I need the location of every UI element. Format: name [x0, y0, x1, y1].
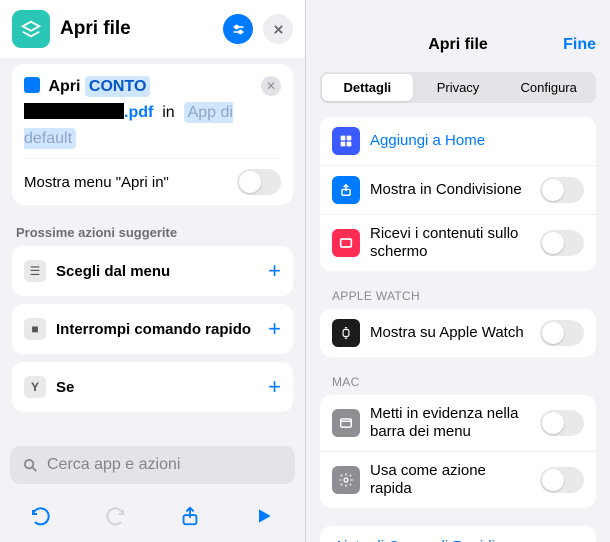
show-open-in-menu-switch[interactable]: [237, 169, 281, 195]
apple-watch-group-label: APPLE WATCH: [306, 289, 610, 309]
mac-group: Metti in evidenza nella barra dei menu U…: [320, 395, 596, 508]
home-icon: [332, 127, 360, 155]
undo-button[interactable]: [25, 500, 57, 532]
add-action-button[interactable]: +: [268, 258, 281, 284]
apple-watch-group: Mostra su Apple Watch: [320, 309, 596, 357]
add-to-home-row[interactable]: Aggiungi a Home: [320, 117, 596, 165]
share-sheet-label: Mostra in Condivisione: [370, 181, 530, 199]
add-to-home-label: Aggiungi a Home: [370, 132, 584, 150]
share-button[interactable]: [174, 500, 206, 532]
quick-action-row: Usa come azione rapida: [320, 451, 596, 508]
suggested-actions-label: Prossime azioni suggerite: [0, 217, 305, 246]
receive-onscreen-row: Ricevi i contenuti sullo schermo: [320, 214, 596, 271]
redacted-filename: [24, 103, 124, 119]
suggestion-stop-shortcut[interactable]: ■ Interrompi comando rapido +: [12, 304, 293, 354]
receive-onscreen-switch[interactable]: [540, 230, 584, 256]
apple-watch-row: Mostra su Apple Watch: [320, 309, 596, 357]
done-button[interactable]: Fine: [563, 36, 596, 54]
editor-footer: Cerca app e azioni: [0, 436, 305, 542]
suggestion-if[interactable]: Y Se +: [12, 362, 293, 412]
apple-watch-switch[interactable]: [540, 320, 584, 346]
action-verb: Apri: [48, 78, 80, 95]
add-action-button[interactable]: +: [268, 374, 281, 400]
share-sheet-row: Mostra in Condivisione: [320, 165, 596, 214]
stop-icon: ■: [24, 318, 46, 340]
segment-privacy[interactable]: Privacy: [413, 74, 504, 101]
watch-icon: [332, 319, 360, 347]
settings-button[interactable]: [223, 14, 253, 44]
pdf-suffix: .pdf: [124, 104, 153, 121]
clear-token-button[interactable]: ✕: [261, 76, 281, 96]
menubar-label: Metti in evidenza nella barra dei menu: [370, 405, 530, 441]
gear-icon: [332, 466, 360, 494]
suggestion-choose-from-menu[interactable]: ☰ Scegli dal menu +: [12, 246, 293, 296]
file-token[interactable]: CONTO: [85, 76, 150, 97]
add-action-button[interactable]: +: [268, 316, 281, 342]
share-sheet-switch[interactable]: [540, 177, 584, 203]
settings-sheet: Apri file Fine Dettagli Privacy Configur…: [305, 0, 610, 542]
shortcut-title[interactable]: Apri file: [60, 18, 213, 40]
search-icon: [22, 457, 39, 474]
general-group: Aggiungi a Home Mostra in Condivisione R…: [320, 117, 596, 271]
shortcuts-help-link[interactable]: Aiuto di Comandi Rapidi: [320, 526, 596, 542]
segment-setup[interactable]: Configura: [503, 74, 594, 101]
action-token-row[interactable]: Apri CONTO ✕ .pdf in App di default: [24, 74, 281, 152]
editor-header: Apri file: [0, 0, 305, 58]
shortcut-app-icon: [12, 10, 50, 48]
branch-icon: Y: [24, 376, 46, 398]
action-card: Apri CONTO ✕ .pdf in App di default Most…: [12, 64, 293, 205]
menubar-row: Metti in evidenza nella barra dei menu: [320, 395, 596, 451]
settings-title: Apri file: [428, 36, 488, 53]
apple-watch-label: Mostra su Apple Watch: [370, 324, 530, 342]
menubar-icon: [332, 409, 360, 437]
share-sheet-icon: [332, 176, 360, 204]
receive-onscreen-label: Ricevi i contenuti sullo schermo: [370, 225, 530, 261]
action-icon: [24, 77, 40, 93]
run-button[interactable]: [248, 500, 280, 532]
receive-onscreen-icon: [332, 229, 360, 257]
redo-button: [99, 500, 131, 532]
show-open-in-menu-label: Mostra menu "Apri in": [24, 174, 169, 191]
quick-action-switch[interactable]: [540, 467, 584, 493]
search-input[interactable]: Cerca app e azioni: [10, 446, 295, 484]
quick-action-label: Usa come azione rapida: [370, 462, 530, 498]
close-button[interactable]: [263, 14, 293, 44]
menubar-switch[interactable]: [540, 410, 584, 436]
in-word: in: [162, 104, 174, 121]
shortcut-editor-pane: Apri file Apri CONTO ✕ .pdf in App di de…: [0, 0, 305, 542]
segment-details[interactable]: Dettagli: [322, 74, 413, 101]
editor-toolbar: [0, 494, 305, 542]
mac-group-label: MAC: [306, 375, 610, 395]
search-placeholder: Cerca app e azioni: [47, 456, 180, 474]
settings-segmented-control[interactable]: Dettagli Privacy Configura: [320, 72, 596, 103]
show-open-in-menu-row: Mostra menu "Apri in": [24, 158, 281, 195]
menu-icon: ☰: [24, 260, 46, 282]
settings-header: Apri file Fine: [306, 0, 610, 64]
